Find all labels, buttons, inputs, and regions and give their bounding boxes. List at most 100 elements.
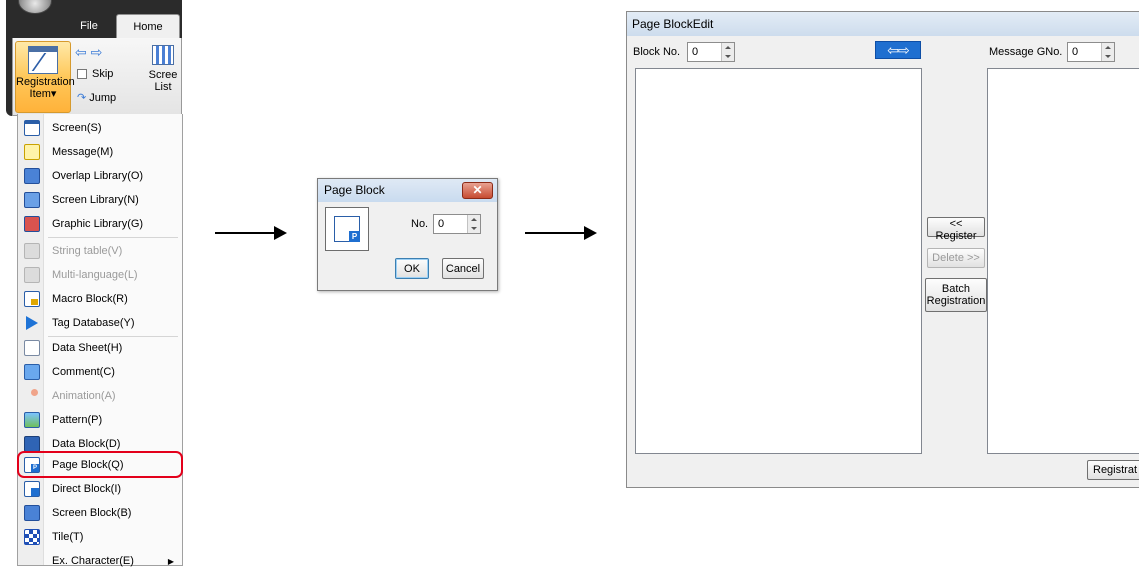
registration-item-label-line1: Registration (16, 76, 75, 88)
spin-arrows-icon[interactable] (467, 215, 480, 233)
back-forward-icon[interactable]: ⇦ ⇨ (75, 44, 102, 61)
page-block-edit-window: Page BlockEdit Block No. 0 ⇦⇨ Message GN… (626, 11, 1139, 488)
menu-item-screen-library[interactable]: Screen Library(N) (18, 188, 182, 212)
menu-item-label: Screen Block(B) (52, 507, 132, 519)
menu-item-label: Pattern(P) (52, 414, 103, 426)
pattern-icon (24, 412, 40, 428)
delete-button[interactable]: Delete >> (927, 248, 985, 268)
menu-item-pattern[interactable]: Pattern(P) (18, 408, 182, 432)
menu-item-ex-character[interactable]: Ex. Character(E) ▶ (18, 549, 182, 573)
jump-button[interactable]: ↷ Jump (77, 91, 116, 104)
cancel-button[interactable]: Cancel (442, 258, 484, 279)
window-title: Page BlockEdit (627, 12, 1139, 36)
animation-icon (24, 388, 40, 404)
page-block-list[interactable] (635, 68, 922, 454)
close-button[interactable]: ✕ (462, 182, 493, 199)
skip-checkbox[interactable]: Skip (77, 68, 113, 80)
menu-item-animation: Animation(A) (18, 384, 182, 408)
menu-item-label: Multi-language(L) (52, 269, 138, 281)
tab-home[interactable]: Home (116, 14, 180, 38)
menu-item-label: Data Block(D) (52, 438, 121, 450)
multi-language-icon (24, 267, 40, 283)
menu-item-direct-block[interactable]: Direct Block(I) (18, 477, 182, 501)
spin-arrows-icon[interactable] (721, 43, 734, 61)
app-orb-icon[interactable] (18, 0, 52, 14)
registration-item-icon (28, 46, 58, 74)
menu-item-label: Data Sheet(H) (52, 342, 123, 354)
menu-item-label: Screen Library(N) (52, 194, 139, 206)
page-block-icon (334, 216, 360, 242)
ok-button[interactable]: OK (395, 258, 429, 279)
data-sheet-icon (24, 340, 40, 356)
menu-item-macro-block[interactable]: Macro Block(R) (18, 287, 182, 311)
menu-item-label: Direct Block(I) (52, 483, 122, 495)
highlight-ring (17, 451, 183, 478)
menu-item-screen-block[interactable]: Screen Block(B) (18, 501, 182, 525)
menu-item-message[interactable]: Message(M) (18, 140, 182, 164)
prev-next-arrows-icon[interactable]: ⇦⇨ (875, 41, 921, 59)
menu-item-label: Message(M) (52, 146, 114, 158)
ribbon: File Home Registration Item▾ ⇦ ⇨ Skip ↷ J… (6, 0, 182, 116)
batch-registration-label-line2: Registration (926, 295, 986, 307)
block-no-spinbox[interactable]: 0 (687, 42, 735, 62)
direct-block-icon (24, 481, 40, 497)
screen-list-label-line2: List (154, 81, 172, 93)
menu-item-label: Macro Block(R) (52, 293, 128, 305)
message-list[interactable] (987, 68, 1139, 454)
menu-item-multi-language: Multi-language(L) (18, 263, 182, 287)
registration-item-label-line2: Item▾ (29, 88, 57, 100)
menu-item-graphic-library[interactable]: Graphic Library(G) (18, 212, 182, 236)
comment-icon (24, 364, 40, 380)
screen-icon (24, 120, 40, 136)
block-no-value: 0 (692, 46, 699, 58)
jump-arrow-icon: ↷ (77, 92, 87, 104)
page-block-preview-icon (325, 207, 369, 251)
register-button[interactable]: << Register (927, 217, 985, 242)
checkbox-icon (77, 69, 87, 80)
overlap-library-icon (24, 168, 40, 184)
tab-file[interactable]: File (68, 14, 110, 38)
registration-item-button[interactable]: Registration Item▾ (15, 41, 75, 113)
screen-block-icon (24, 505, 40, 521)
menu-item-label: Animation(A) (52, 390, 116, 402)
message-gno-value: 0 (1072, 46, 1079, 58)
screen-list-button[interactable]: Scree List (143, 41, 182, 93)
string-table-icon (24, 243, 40, 259)
menu-item-comment[interactable]: Comment(C) (18, 360, 182, 384)
menu-item-label: Overlap Library(O) (52, 170, 144, 182)
menu-item-string-table: String table(V) (18, 239, 182, 263)
skip-label: Skip (92, 68, 114, 80)
macro-block-icon (24, 291, 40, 307)
tile-icon (24, 529, 40, 545)
menu-item-label: Tag Database(Y) (52, 317, 135, 329)
menu-item-label: Screen(S) (52, 122, 102, 134)
spin-arrows-icon[interactable] (1101, 43, 1114, 61)
batch-registration-button[interactable]: Batch Registration (925, 278, 987, 312)
menu-item-label: Ex. Character(E) (52, 555, 134, 567)
registration-button[interactable]: Registrat (1087, 460, 1139, 480)
menu-item-tile[interactable]: Tile(T) (18, 525, 182, 549)
menu-item-label: String table(V) (52, 245, 123, 257)
block-no-label: Block No. (633, 46, 681, 58)
screen-list-label-line1: Scree (148, 69, 178, 81)
message-gno-spinbox[interactable]: 0 (1067, 42, 1115, 62)
message-icon (24, 144, 40, 160)
flow-arrow-icon (215, 226, 287, 240)
flow-arrow-icon (525, 226, 597, 240)
data-block-icon (24, 436, 40, 452)
menu-item-data-sheet[interactable]: Data Sheet(H) (18, 336, 182, 360)
menu-item-tag-database[interactable]: Tag Database(Y) (18, 311, 182, 335)
screen-library-icon (24, 192, 40, 208)
menu-item-label: Graphic Library(G) (52, 218, 144, 230)
menu-item-screen[interactable]: Screen(S) (18, 116, 182, 140)
menu-item-label: Comment(C) (52, 366, 115, 378)
registration-item-menu: Screen(S) Message(M) Overlap Library(O) … (17, 114, 183, 567)
flag-icon (24, 315, 40, 331)
no-spinbox[interactable]: 0 (433, 214, 481, 234)
jump-label: Jump (89, 92, 117, 104)
menu-item-overlap-library[interactable]: Overlap Library(O) (18, 164, 182, 188)
page-block-dialog: Page Block ✕ No. 0 OK Cancel (317, 178, 498, 291)
graphic-library-icon (24, 216, 40, 232)
no-label: No. (411, 218, 429, 230)
menu-item-label: Tile(T) (52, 531, 84, 543)
